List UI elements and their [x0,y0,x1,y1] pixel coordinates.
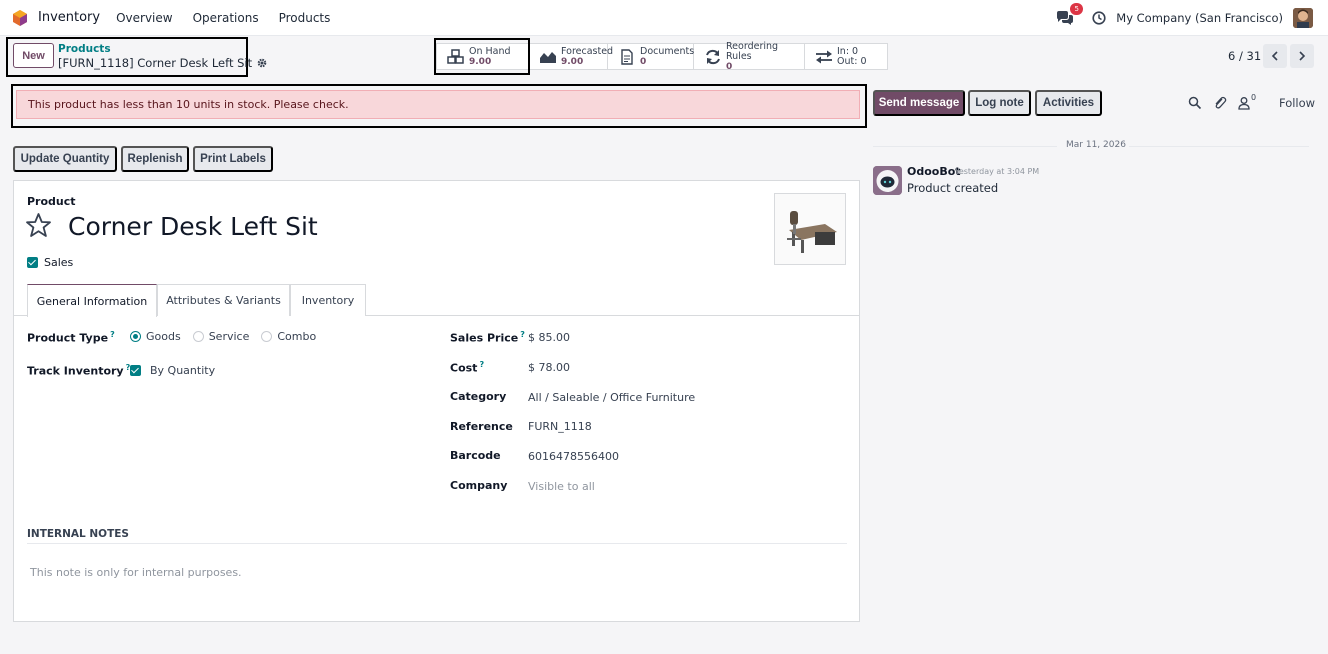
send-message-button[interactable]: Send message [873,90,965,116]
product-type-label: Product Type? [27,330,115,345]
reordering-rules-value: 0 [726,61,733,72]
new-button[interactable]: New [13,43,54,68]
reference-label: Reference [450,420,513,433]
documents-button[interactable]: Documents 0 [608,44,694,69]
breadcrumb-current: [FURN_1118] Corner Desk Left Sit [58,56,267,70]
product-label: Product [27,195,76,208]
follow-button[interactable]: Follow [1279,96,1315,110]
barcode-field[interactable]: 6016478556400 [528,450,619,463]
company-switcher[interactable]: My Company (San Francisco) [1116,11,1283,25]
track-inventory-label: Track Inventory? [27,363,131,378]
reordering-rules-label: Reordering Rules [726,40,779,62]
cost-label: Cost? [450,360,485,375]
clock-icon[interactable] [1092,11,1106,25]
in-count: In: 0 [837,45,859,57]
sales-checkbox[interactable] [27,257,38,268]
radio-goods[interactable]: Goods [130,330,181,343]
pager-next[interactable] [1290,44,1314,68]
desk-image [787,211,837,253]
breadcrumb-products[interactable]: Products [58,43,111,55]
sales-checkbox-row[interactable]: Sales [27,256,73,269]
product-name-field[interactable]: Corner Desk Left Sit [68,212,318,241]
highlight-box-on-hand [434,38,530,75]
radio-service[interactable]: Service [192,330,249,343]
message-count-badge: 5 [1070,3,1084,15]
cost-field[interactable]: $ 78.00 [528,361,570,374]
inventory-app-icon[interactable] [12,9,28,26]
company-label: Company [450,479,508,492]
messaging-icon[interactable]: 5 [1056,3,1084,26]
top-navbar: Inventory Overview Operations Products 5… [0,0,1328,36]
help-icon: ? [110,330,115,339]
product-image[interactable] [774,193,846,265]
help-icon: ? [520,330,525,339]
product-type-radio-group: Goods Service Combo [130,330,328,343]
forecasted-button[interactable]: Forecasted 9.00 [529,44,613,69]
follower-count: 0 [1251,93,1257,102]
sales-price-label: Sales Price? [450,330,525,345]
documents-label: Documents [640,45,695,57]
followers-icon[interactable] [1237,96,1251,110]
exchange-icon [816,50,832,63]
gear-icon[interactable] [257,58,267,68]
reordering-rules-button[interactable]: Reordering Rules 0 [694,40,805,72]
internal-notes-field[interactable]: This note is only for internal purposes. [30,566,242,579]
refresh-icon [706,49,720,64]
internal-notes-title: INTERNAL NOTES [27,528,129,540]
chevron-right-icon [1299,51,1306,61]
tab-attributes-variants[interactable]: Attributes & Variants [157,284,290,316]
category-label: Category [450,390,507,403]
message-body: Product created [907,181,999,195]
barcode-label: Barcode [450,449,501,462]
alert-text: This product has less than 10 units in s… [28,98,349,111]
in-out-button[interactable]: In: 0 Out: 0 [805,44,887,69]
low-stock-alert: This product has less than 10 units in s… [16,90,860,119]
document-icon [621,48,633,65]
log-note-button[interactable]: Log note [968,90,1031,116]
reference-field[interactable]: FURN_1118 [528,420,592,433]
search-icon[interactable] [1188,96,1202,110]
print-labels-button[interactable]: Print Labels [193,146,273,172]
pager-previous[interactable] [1263,44,1287,68]
sales-price-field[interactable]: $ 85.00 [528,331,570,344]
tab-general-information[interactable]: General Information [27,284,157,317]
form-tabs: General Information Attributes & Variant… [14,284,859,317]
company-field[interactable]: Visible to all [528,480,595,493]
paperclip-icon[interactable] [1213,96,1227,110]
track-inventory-value[interactable]: By Quantity [150,364,215,377]
record-title: [FURN_1118] Corner Desk Left Sit [58,56,253,70]
track-inventory-field[interactable]: By Quantity [130,364,215,377]
message-author[interactable]: OdooBot [907,165,961,178]
product-form-sheet: Product Corner Desk Left Sit Sales Gener… [13,180,860,622]
menu-overview[interactable]: Overview [116,11,173,25]
tab-inventory[interactable]: Inventory [290,284,366,316]
replenish-button[interactable]: Replenish [121,146,189,172]
radio-combo[interactable]: Combo [261,330,316,343]
update-quantity-button[interactable]: Update Quantity [13,146,117,172]
date-separator: Mar 11, 2026 [873,140,1309,152]
menu-operations[interactable]: Operations [193,11,259,25]
help-icon: ? [479,360,485,369]
track-inventory-checkbox[interactable] [130,365,141,376]
menu-products[interactable]: Products [279,11,331,25]
message-date: Mar 11, 2026 [1066,140,1126,150]
out-count: Out: 0 [837,55,867,67]
documents-value: 0 [640,56,647,67]
category-field[interactable]: All / Saleable / Office Furniture [528,391,695,404]
chevron-left-icon [1271,51,1278,61]
divider [27,543,847,544]
forecasted-value: 9.00 [561,56,584,67]
forecasted-label: Forecasted [561,45,614,57]
message-time: Yesterday at 3:04 PM [955,167,1040,176]
user-avatar[interactable] [1293,8,1313,28]
pager-value[interactable]: 6 / 31 [1228,49,1261,63]
app-name[interactable]: Inventory [38,10,100,25]
odoobot-avatar[interactable] [873,166,902,195]
activities-button[interactable]: Activities [1035,90,1102,116]
area-chart-icon [540,51,556,63]
sales-label: Sales [44,256,74,269]
star-icon[interactable] [25,212,52,239]
